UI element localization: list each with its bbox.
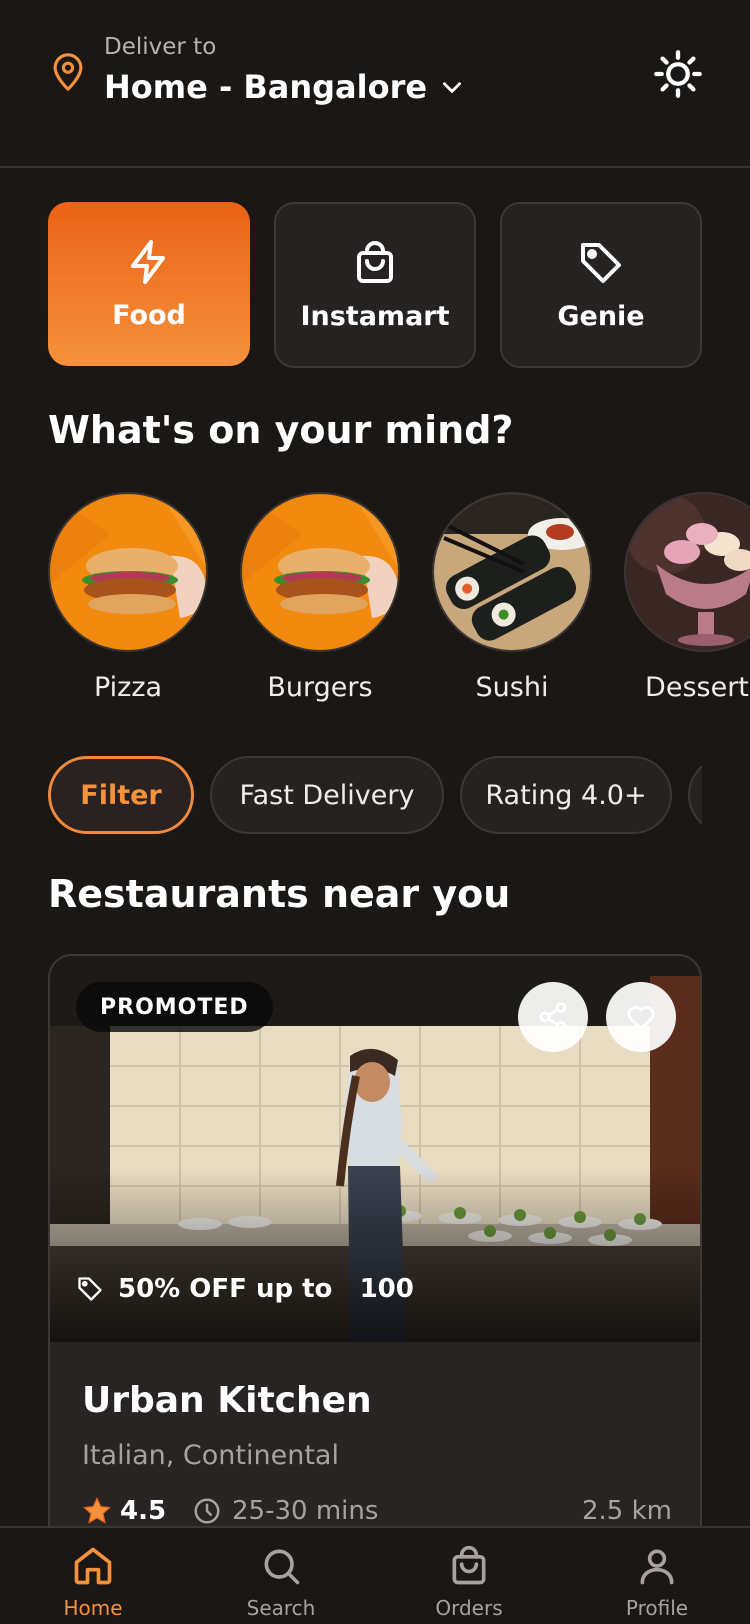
distance: 2.5 km: [582, 1496, 672, 1526]
rating: 4.5: [82, 1496, 166, 1526]
restaurant-name: Urban Kitchen: [82, 1380, 372, 1421]
category-label: Food: [112, 299, 186, 331]
nav-label: Home: [63, 1596, 123, 1620]
promoted-badge: PROMOTED: [76, 982, 273, 1032]
bottom-nav: Home Search Orders Profile: [0, 1526, 750, 1624]
shopping-bag-icon: [357, 240, 393, 283]
header: Deliver to Home - Bangalore: [0, 0, 750, 168]
address-selector[interactable]: Home - Bangalore: [104, 68, 465, 106]
offer-label: 50% OFF up to 100: [76, 1274, 414, 1304]
nav-profile[interactable]: Profile: [592, 1544, 722, 1620]
nav-search[interactable]: Search: [216, 1544, 346, 1620]
search-icon: [264, 1549, 300, 1585]
filter-chip[interactable]: Filter: [48, 756, 194, 834]
food-image: [624, 492, 750, 652]
rating-value: 4.5: [120, 1496, 167, 1526]
restaurant-image: PROMOTED 50% OFF up to 100: [50, 956, 700, 1342]
tag-icon: [581, 242, 621, 283]
category-food[interactable]: Food: [48, 202, 250, 366]
favorite-button[interactable]: [606, 982, 676, 1052]
chevron-down-icon: [443, 82, 462, 93]
sun-icon[interactable]: [652, 48, 704, 100]
delivery-time: 25-30 mins: [192, 1496, 378, 1526]
mind-item-label: Pizza: [93, 672, 163, 703]
mind-item-desserts[interactable]: Desserts: [624, 492, 750, 703]
delivery-address: Home - Bangalore: [104, 68, 428, 106]
restaurants-section-title: Restaurants near you: [48, 872, 511, 916]
chip-fade: [702, 740, 750, 850]
share-button[interactable]: [518, 982, 588, 1052]
rating-chip[interactable]: Rating 4.0+: [460, 756, 672, 834]
fast-delivery-chip[interactable]: Fast Delivery: [210, 756, 444, 834]
category-genie[interactable]: Genie: [500, 202, 702, 368]
restaurant-card[interactable]: PROMOTED 50% OFF up to 100 Urban Kitchen…: [48, 954, 702, 1624]
nav-home[interactable]: Home: [28, 1544, 158, 1620]
mind-section-title: What's on your mind?: [48, 408, 514, 452]
star-icon: [83, 1497, 111, 1524]
tag-icon: [78, 1277, 102, 1301]
lightning-icon: [131, 239, 165, 284]
location-pin-icon: [53, 53, 83, 91]
restaurant-cuisine: Italian, Continental: [82, 1440, 339, 1471]
food-image: [240, 492, 400, 652]
nav-label: Search: [246, 1596, 316, 1620]
heart-icon: [627, 1006, 655, 1029]
nav-orders[interactable]: Orders: [404, 1544, 534, 1620]
category-instamart[interactable]: Instamart: [274, 202, 476, 368]
category-label: Genie: [557, 300, 645, 332]
nav-label: Orders: [435, 1596, 503, 1620]
deliver-to-label: Deliver to: [104, 34, 217, 60]
food-image: [48, 492, 208, 652]
clock-icon: [194, 1498, 220, 1524]
home-icon: [74, 1547, 112, 1585]
share-icon: [539, 1002, 567, 1032]
offer-text: 50% OFF up to 100: [118, 1274, 414, 1304]
mind-item-sushi[interactable]: Sushi: [432, 492, 592, 703]
mind-item-label: Burgers: [267, 672, 373, 703]
mind-item-label: Sushi: [475, 672, 549, 703]
category-label: Instamart: [300, 300, 450, 332]
mind-item-burgers[interactable]: Burgers: [240, 492, 400, 703]
food-image: [432, 492, 592, 652]
delivery-time-value: 25-30 mins: [232, 1496, 379, 1526]
mind-item-label: Desserts: [645, 672, 750, 703]
user-icon: [640, 1549, 674, 1585]
nav-label: Profile: [625, 1596, 689, 1620]
shopping-bag-icon: [452, 1545, 486, 1585]
mind-item-pizza[interactable]: Pizza: [48, 492, 208, 703]
